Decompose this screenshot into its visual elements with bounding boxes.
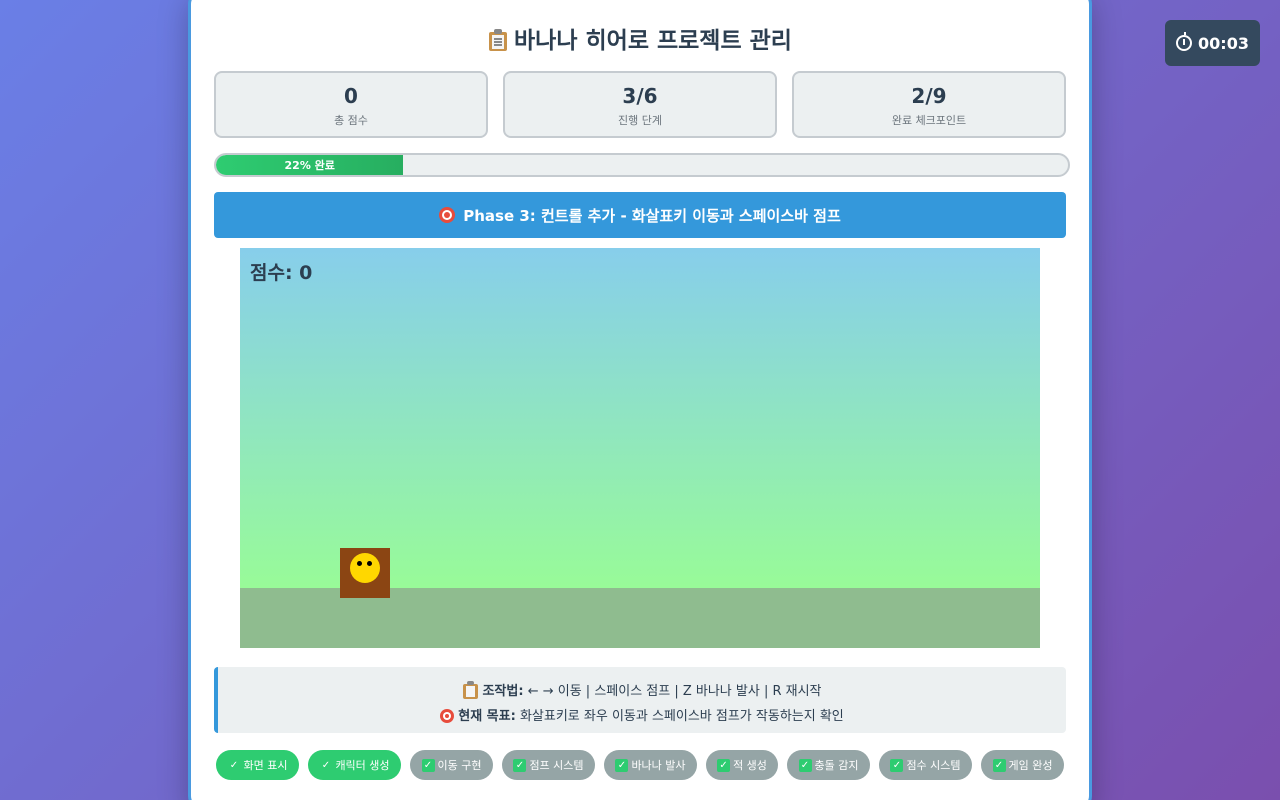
target-icon: [439, 207, 456, 223]
target-icon: [440, 709, 455, 723]
stat-progress-phase: 3/6 진행 단계: [503, 71, 777, 138]
progress-bar: 22% 완료: [214, 153, 1070, 177]
progress-fill: 22% 완료: [216, 155, 404, 175]
player-face: [350, 553, 380, 583]
player-character: [340, 548, 390, 598]
check-icon: ✓: [319, 758, 333, 772]
controls-label: 조작법:: [482, 684, 524, 699]
checkpoint-pill: ✓ 점프 시스템: [502, 750, 595, 780]
check-icon: ✓: [798, 758, 812, 772]
checkpoint-pill: ✓ 적 생성: [706, 750, 778, 780]
stat-label: 총 점수: [334, 114, 368, 127]
game-score: 점수: 0: [250, 262, 313, 284]
checkpoint-label: 바나나 발사: [631, 759, 686, 772]
checkpoint-pill: ✓ 게임 완성: [981, 750, 1064, 780]
controls-text: ← → 이동 | 스페이스 점프 | Z 바나나 발사 | R 재시작: [527, 684, 822, 699]
timer-value: 00:03: [1198, 33, 1249, 53]
checkpoint-pill: ✓ 바나나 발사: [604, 750, 697, 780]
check-icon: ✓: [615, 758, 629, 772]
phase-banner: Phase 3: 컨트롤 추가 - 화살표키 이동과 스페이스바 점프: [214, 192, 1066, 238]
checkpoint-pill: ✓ 이동 구현: [410, 750, 493, 780]
checkpoint-pill: ✓ 화면 표시: [216, 750, 299, 780]
phase-label: Phase 3: 컨트롤 추가 - 화살표키 이동과 스페이스바 점프: [463, 206, 841, 225]
checkpoint-pill: ✓ 캐릭터 생성: [308, 750, 401, 780]
checkpoint-label: 게임 완성: [1008, 759, 1053, 772]
clipboard-icon: [462, 681, 479, 699]
clipboard-icon: [488, 29, 508, 51]
stat-label: 진행 단계: [618, 114, 662, 127]
checkpoint-label: 적 생성: [733, 759, 767, 772]
progress-label: 22% 완료: [284, 159, 335, 172]
checkpoint-pill: ✓ 점수 시스템: [879, 750, 972, 780]
stat-checkpoints: 2/9 완료 체크포인트: [792, 71, 1066, 138]
check-icon: ✓: [513, 758, 527, 772]
check-icon: ✓: [717, 758, 731, 772]
game-canvas[interactable]: 점수: 0: [240, 248, 1040, 648]
checkpoint-label: 점수 시스템: [906, 759, 961, 772]
goal-label: 현재 목표:: [458, 709, 516, 724]
check-icon: ✓: [992, 758, 1006, 772]
goal-text: 화살표키로 좌우 이동과 스페이스바 점프가 작동하는지 확인: [519, 709, 844, 724]
check-icon: ✓: [890, 758, 904, 772]
checkpoint-label: 화면 표시: [243, 759, 288, 772]
page-title: 바나나 히어로 프로젝트 관리: [191, 21, 1089, 55]
stat-value: 2/9: [911, 84, 947, 108]
controls-line: 조작법: ← → 이동 | 스페이스 점프 | Z 바나나 발사 | R 재시작: [218, 680, 1066, 699]
player-eye: [367, 561, 372, 566]
controls-info: 조작법: ← → 이동 | 스페이스 점프 | Z 바나나 발사 | R 재시작…: [214, 667, 1066, 733]
page-title-text: 바나나 히어로 프로젝트 관리: [514, 28, 792, 54]
checkpoint-label: 점프 시스템: [529, 759, 584, 772]
project-panel: 바나나 히어로 프로젝트 관리 0 총 점수 3/6 진행 단계 2/9 완료 …: [188, 0, 1092, 800]
checkpoint-label: 이동 구현: [437, 759, 482, 772]
check-icon: ✓: [421, 758, 435, 772]
stat-value: 3/6: [622, 84, 658, 108]
checkpoint-label: 캐릭터 생성: [335, 759, 390, 772]
player-eye: [357, 561, 362, 566]
goal-line: 현재 목표: 화살표키로 좌우 이동과 스페이스바 점프가 작동하는지 확인: [218, 705, 1066, 724]
stat-total-score: 0 총 점수: [214, 71, 488, 138]
stopwatch-icon: [1176, 32, 1193, 51]
stat-value: 0: [344, 84, 358, 108]
check-icon: ✓: [227, 758, 241, 772]
timer-badge: 00:03: [1165, 20, 1260, 66]
checkpoint-pill: ✓ 충돌 감지: [787, 750, 870, 780]
checkpoint-label: 충돌 감지: [814, 759, 859, 772]
stat-label: 완료 체크포인트: [891, 114, 967, 127]
